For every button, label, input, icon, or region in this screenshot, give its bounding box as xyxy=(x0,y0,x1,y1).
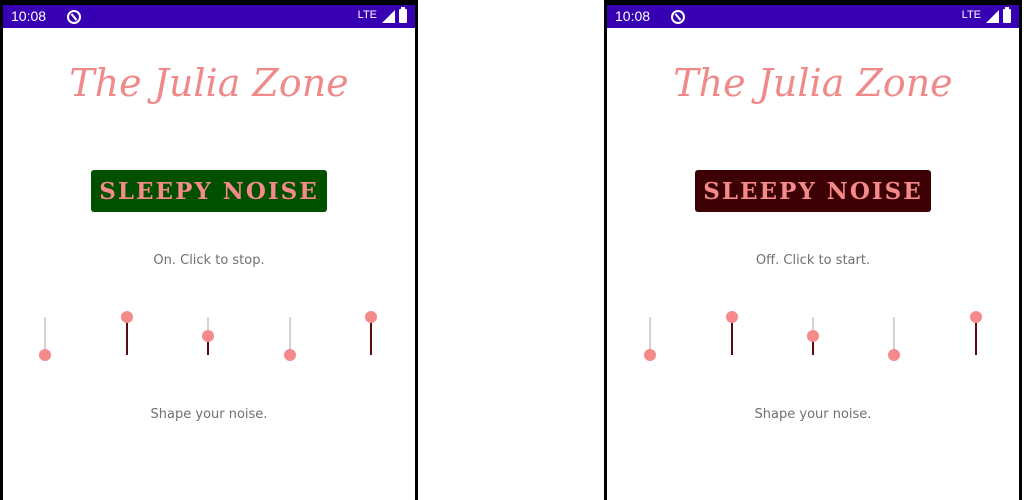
noise-slider-5[interactable] xyxy=(969,311,983,355)
noise-slider-2[interactable] xyxy=(120,311,134,355)
phone-screen-on: 10:08 LTE The Julia Zone SLEEPY NOISE On… xyxy=(0,0,418,500)
slider-thumb[interactable] xyxy=(365,311,377,323)
signal-icon xyxy=(986,10,999,23)
app-title: The Julia Zone xyxy=(673,61,953,105)
phone-screen-off: 10:08 LTE The Julia Zone SLEEPY NOISE Of… xyxy=(604,0,1022,500)
noise-slider-3[interactable] xyxy=(201,317,215,355)
app-screen: 10:08 LTE The Julia Zone SLEEPY NOISE Of… xyxy=(607,5,1019,500)
slider-thumb[interactable] xyxy=(39,349,51,361)
network-type: LTE xyxy=(961,9,981,21)
slider-thumb[interactable] xyxy=(644,349,656,361)
slider-thumb[interactable] xyxy=(121,311,133,323)
app-title: The Julia Zone xyxy=(69,61,349,105)
status-time: 10:08 xyxy=(615,8,651,24)
noise-slider-4[interactable] xyxy=(887,317,901,361)
status-bar: 10:08 LTE xyxy=(607,5,1019,28)
do-not-disturb-icon xyxy=(67,10,81,24)
noise-slider-1[interactable] xyxy=(643,317,657,361)
battery-icon xyxy=(1003,7,1011,23)
noise-slider-5[interactable] xyxy=(364,311,378,355)
playback-status-text: On. Click to stop. xyxy=(153,253,265,268)
noise-slider-3[interactable] xyxy=(806,317,820,355)
slider-thumb[interactable] xyxy=(284,349,296,361)
battery-icon xyxy=(399,7,407,23)
slider-thumb[interactable] xyxy=(726,311,738,323)
status-bar: 10:08 LTE xyxy=(3,5,415,28)
sleepy-noise-button[interactable]: SLEEPY NOISE xyxy=(91,170,327,212)
do-not-disturb-icon xyxy=(671,10,685,24)
slider-thumb[interactable] xyxy=(970,311,982,323)
shape-noise-caption: Shape your noise. xyxy=(150,407,268,422)
playback-status-text: Off. Click to start. xyxy=(755,253,871,268)
app-screen: 10:08 LTE The Julia Zone SLEEPY NOISE On… xyxy=(3,5,415,500)
slider-thumb[interactable] xyxy=(202,330,214,342)
shape-noise-caption: Shape your noise. xyxy=(754,407,872,422)
sleepy-noise-button[interactable]: SLEEPY NOISE xyxy=(695,170,931,212)
slider-thumb[interactable] xyxy=(888,349,900,361)
signal-icon xyxy=(382,10,395,23)
noise-slider-4[interactable] xyxy=(283,317,297,361)
network-type: LTE xyxy=(357,9,377,21)
slider-thumb[interactable] xyxy=(807,330,819,342)
status-time: 10:08 xyxy=(11,8,47,24)
noise-slider-1[interactable] xyxy=(38,317,52,361)
noise-slider-2[interactable] xyxy=(725,311,739,355)
